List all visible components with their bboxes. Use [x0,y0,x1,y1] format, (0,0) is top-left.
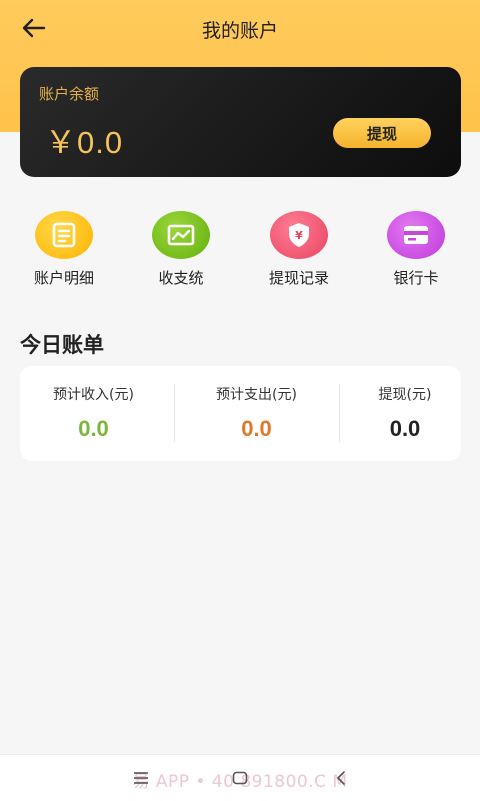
yuan-shield-icon: ¥ [289,223,309,247]
system-back-button[interactable] [326,765,356,791]
withdrawn-label: 提现(元) [378,387,432,403]
document-icon [52,222,76,248]
withdraw-records-action[interactable]: ¥ 提现记录 [249,208,349,288]
bank-card-icon-circle [387,211,445,259]
svg-text:¥: ¥ [295,229,303,242]
bank-card-label: 银行卡 [393,269,439,287]
withdraw-button[interactable]: 提现 [333,118,431,148]
balance-amount: ￥0.0 [45,125,124,160]
withdraw-records-icon-circle: ¥ [270,211,328,259]
today-bill-title: 今日账单 [20,333,104,357]
withdrawn: 提现(元) 0.0 [340,366,470,461]
estimated-expense-value: 0.0 [241,416,272,441]
system-nav-bar: 易 APP • 40 891800.C M [0,754,480,801]
back-chevron-icon [337,771,345,785]
estimated-income-label: 预计收入(元) [53,387,134,403]
balance-card: 账户余额 ￥0.0 提现 [20,67,461,177]
top-bar: 我的账户 [0,0,480,56]
page-title: 我的账户 [201,20,278,42]
income-expense-label: 收支统 [158,269,204,287]
balance-label: 账户余额 [39,85,100,103]
menu-button[interactable] [126,765,156,791]
estimated-expense: 预计支出(元) 0.0 [183,366,330,461]
income-expense-stats-action[interactable]: 收支统 [131,208,231,288]
estimated-expense-label: 预计支出(元) [216,387,297,403]
home-square-icon [232,771,248,785]
estimated-income: 预计收入(元) 0.0 [20,366,167,461]
estimated-income-value: 0.0 [78,416,109,441]
today-bill-card: 预计收入(元) 0.0 预计支出(元) 0.0 提现(元) 0.0 [20,366,461,461]
chart-line-icon [167,224,195,246]
bank-card-action[interactable]: 银行卡 [366,208,466,288]
income-expense-icon-circle [152,211,210,259]
withdrawn-value: 0.0 [389,416,421,441]
credit-card-icon [404,226,428,244]
home-button[interactable] [225,765,255,791]
account-details-icon-circle [35,211,93,259]
withdraw-records-label: 提现记录 [268,269,329,287]
bill-divider [174,384,175,442]
account-details-action[interactable]: 账户明细 [14,208,114,288]
account-details-label: 账户明细 [33,269,94,287]
menu-icon [134,772,148,784]
quick-actions: 账户明细 收支统 ¥ 提现记录 银行卡 [0,208,480,288]
